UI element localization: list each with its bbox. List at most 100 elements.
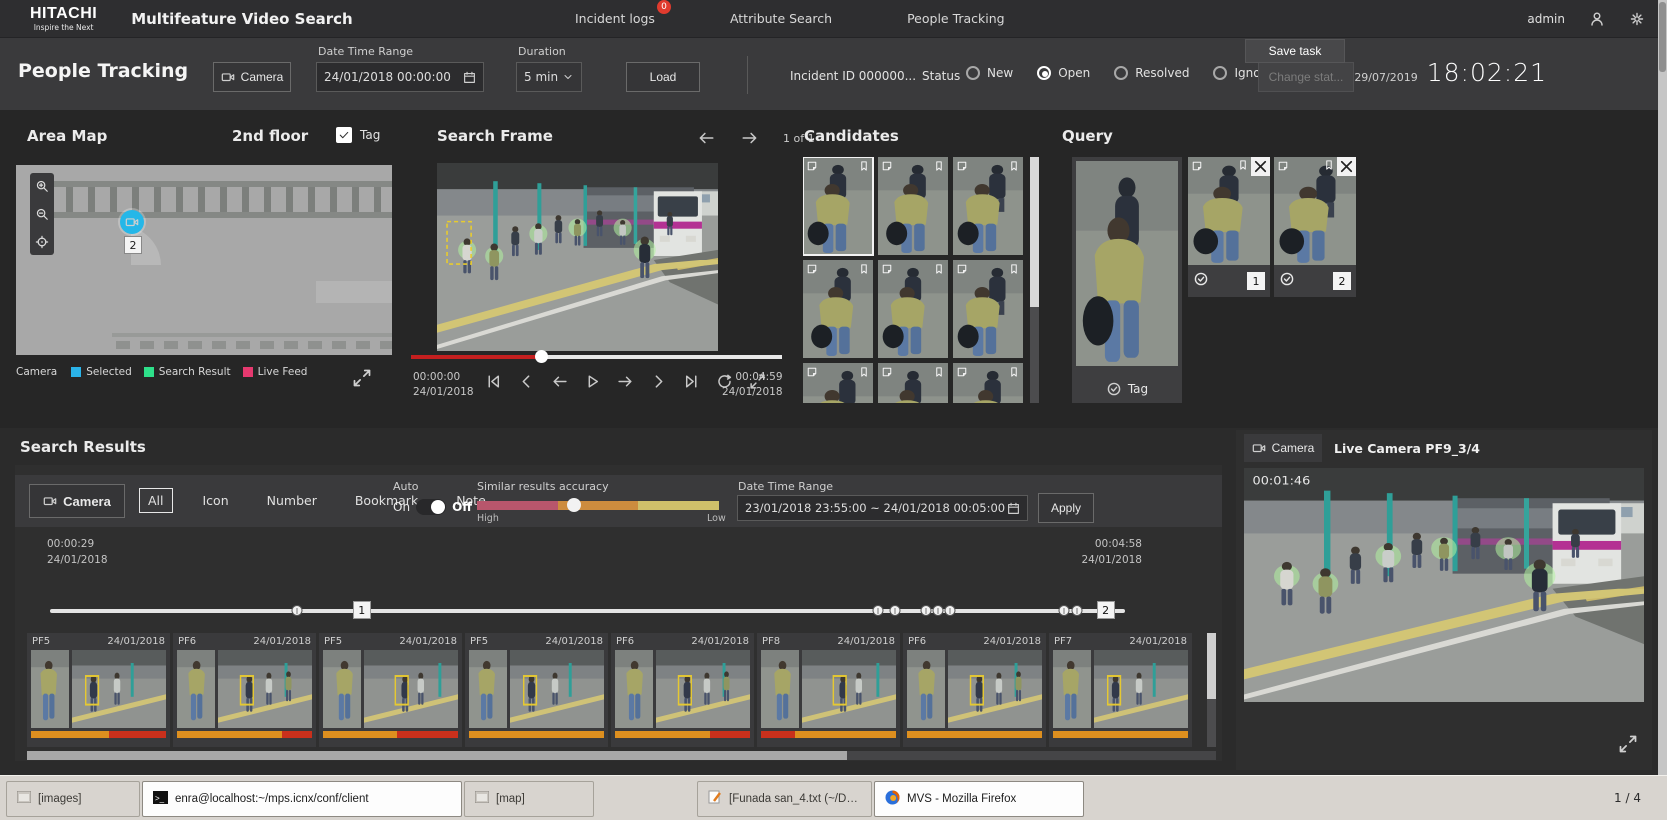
candidates-scrollbar[interactable] (1030, 157, 1039, 403)
result-scene-thumbnail[interactable] (72, 650, 166, 728)
prev-frame-arrow-icon[interactable] (695, 127, 717, 149)
map-fullscreen-icon[interactable] (352, 368, 372, 392)
video-progress-bar[interactable] (411, 355, 782, 359)
settings-gear-icon[interactable] (1629, 11, 1645, 27)
note-icon[interactable] (806, 160, 818, 172)
query-tag-button[interactable]: Tag (1072, 381, 1182, 397)
skip-to-end-button[interactable] (680, 370, 702, 392)
next-frame-arrow-icon[interactable] (739, 127, 761, 149)
note-icon[interactable] (881, 160, 893, 172)
timeline-marker[interactable] (921, 605, 932, 616)
live-camera-button[interactable]: Camera (1244, 434, 1322, 462)
result-cell[interactable]: PF624/01/2018 (903, 633, 1046, 747)
bookmark-icon[interactable] (858, 263, 870, 275)
bookmark-icon[interactable] (858, 366, 870, 378)
result-scene-thumbnail[interactable] (510, 650, 604, 728)
timeline-marker[interactable] (944, 605, 955, 616)
bookmark-icon[interactable] (1323, 159, 1335, 171)
remove-query-icon[interactable] (1251, 157, 1270, 176)
load-button[interactable]: Load (626, 62, 700, 92)
live-fullscreen-icon[interactable] (1618, 734, 1638, 758)
remove-query-icon[interactable] (1337, 157, 1356, 176)
result-scene-thumbnail[interactable] (364, 650, 458, 728)
apply-button[interactable]: Apply (1038, 493, 1094, 523)
result-cell[interactable]: PF524/01/2018 (27, 633, 170, 747)
note-icon[interactable] (956, 366, 968, 378)
accuracy-slider[interactable] (477, 501, 719, 510)
locate-button[interactable] (33, 233, 51, 251)
note-icon[interactable] (956, 263, 968, 275)
search-frame-video[interactable] (437, 163, 718, 351)
result-scene-thumbnail[interactable] (948, 650, 1042, 728)
result-cell[interactable]: PF524/01/2018 (319, 633, 462, 747)
nav-item-incident-logs[interactable]: Incident logs0 (575, 11, 655, 26)
camera-select-button[interactable]: Camera (213, 62, 291, 92)
note-icon[interactable] (956, 160, 968, 172)
filter-tab-icon[interactable]: Icon (195, 489, 237, 512)
results-timeline[interactable]: 12 (50, 609, 1125, 613)
play-button[interactable] (581, 370, 603, 392)
timeline-badge-2[interactable]: 2 (1097, 601, 1115, 619)
result-cell[interactable]: PF824/01/2018 (757, 633, 900, 747)
note-icon[interactable] (806, 263, 818, 275)
timeline-marker[interactable] (1058, 605, 1069, 616)
candidate-thumbnail[interactable] (803, 157, 873, 255)
filter-tab-all[interactable]: All (139, 488, 173, 513)
bookmark-icon[interactable] (933, 366, 945, 378)
zoom-in-button[interactable] (33, 177, 51, 195)
result-person-crop[interactable] (615, 650, 653, 728)
taskbar-item[interactable]: [Funada san_4.txt (~/Desktop) - ged... (697, 781, 872, 817)
result-person-crop[interactable] (31, 650, 69, 728)
result-person-crop[interactable] (1053, 650, 1091, 728)
candidate-thumbnail[interactable] (878, 260, 948, 358)
result-cell[interactable]: PF724/01/2018 (1049, 633, 1192, 747)
step-forward-arrow-button[interactable] (614, 370, 636, 392)
timeline-marker[interactable] (889, 605, 900, 616)
bookmark-icon[interactable] (1008, 366, 1020, 378)
note-icon[interactable] (806, 366, 818, 378)
browser-scrollbar[interactable] (1658, 0, 1667, 775)
bookmark-icon[interactable] (933, 160, 945, 172)
bookmark-icon[interactable] (933, 263, 945, 275)
save-task-button[interactable]: Save task (1245, 39, 1345, 63)
nav-item-people-tracking[interactable]: People Tracking (907, 11, 1005, 26)
status-radio-resolved[interactable]: Resolved (1114, 66, 1189, 80)
next-button[interactable] (647, 370, 669, 392)
query-tagged-item[interactable]: 2 (1274, 157, 1356, 297)
result-scene-thumbnail[interactable] (802, 650, 896, 728)
accuracy-slider-handle[interactable] (567, 498, 581, 512)
candidate-thumbnail[interactable] (878, 157, 948, 255)
zoom-out-button[interactable] (33, 205, 51, 223)
timeline-badge-1[interactable]: 1 (353, 601, 371, 619)
note-icon[interactable] (1191, 160, 1203, 172)
candidate-thumbnail[interactable] (953, 260, 1023, 358)
result-person-crop[interactable] (761, 650, 799, 728)
candidate-thumbnail[interactable] (953, 363, 1023, 403)
note-icon[interactable] (881, 263, 893, 275)
result-cell[interactable]: PF624/01/2018 (173, 633, 316, 747)
nav-item-attribute-search[interactable]: Attribute Search (730, 11, 832, 26)
skip-to-start-button[interactable] (482, 370, 504, 392)
filter-tab-number[interactable]: Number (259, 489, 325, 512)
previous-button[interactable] (515, 370, 537, 392)
taskbar-item[interactable]: [images] (6, 781, 140, 817)
candidate-thumbnail[interactable] (953, 157, 1023, 255)
map-tag-checkbox[interactable]: Tag (336, 127, 380, 143)
workspace-pager[interactable]: 1 / 4 (1614, 791, 1641, 805)
taskbar-item[interactable]: [map] (464, 781, 594, 817)
bookmark-icon[interactable] (858, 160, 870, 172)
bookmark-icon[interactable] (1008, 263, 1020, 275)
taskbar-item[interactable]: >_enra@localhost:~/mps.icnx/conf/client (142, 781, 462, 817)
result-person-crop[interactable] (323, 650, 361, 728)
result-person-crop[interactable] (907, 650, 945, 728)
timeline-marker[interactable] (1071, 605, 1082, 616)
datetime-range-input[interactable]: 24/01/2018 00:00:00 (316, 62, 484, 92)
timeline-marker[interactable] (932, 605, 943, 616)
bookmark-icon[interactable] (1008, 160, 1020, 172)
candidate-thumbnail[interactable] (803, 363, 873, 403)
bookmark-icon[interactable] (1237, 159, 1249, 171)
timeline-marker[interactable] (872, 605, 883, 616)
result-scene-thumbnail[interactable] (656, 650, 750, 728)
query-tagged-item[interactable]: 1 (1188, 157, 1270, 297)
results-horizontal-scrollbar[interactable] (27, 751, 1216, 760)
